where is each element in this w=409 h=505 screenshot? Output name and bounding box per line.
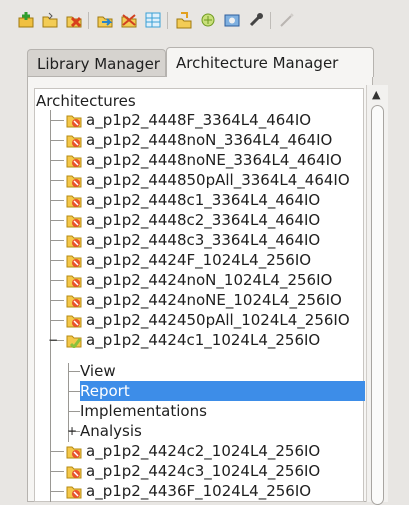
tree-item-architecture[interactable]: a_p1p2_4436F_1024L4_256IO: [0, 481, 330, 501]
new-icon[interactable]: [16, 10, 36, 30]
tree-guide-line: [50, 260, 64, 261]
tree-item-label: a_p1p2_4436F_1024L4_256IO: [86, 482, 312, 500]
architecture-icon: [66, 252, 82, 268]
architecture-icon: [66, 312, 82, 328]
expand-icon[interactable]: +: [67, 421, 77, 441]
tree-item-label: a_p1p2_4448c1_3364L4_464IO: [86, 191, 321, 209]
tree-item-architecture[interactable]: a_p1p2_4424noN_1024L4_256IO: [0, 270, 333, 290]
tree-item-label: a_p1p2_4448F_3364L4_464IO: [86, 111, 312, 129]
tree-item-architecture[interactable]: a_p1p2_4424noNE_1024L4_256IO: [0, 290, 342, 310]
tree-child-implementations[interactable]: Implementations: [80, 401, 207, 421]
table-icon[interactable]: [143, 10, 163, 30]
tree-item-label: a_p1p2_4424c3_1024L4_256IO: [86, 462, 321, 480]
tree-item-architecture[interactable]: a_p1p2_4448c1_3364L4_464IO: [0, 190, 330, 210]
tree-guide-line: [50, 120, 64, 121]
architecture-icon: [66, 112, 82, 128]
tree-guide-line: [50, 220, 64, 221]
tree-guide-line: [50, 160, 64, 161]
tree-child-view[interactable]: View: [80, 361, 116, 381]
tree-item-label: a_p1p2_4448c2_3364L4_464IO: [86, 211, 321, 229]
tree-guide-line: [50, 180, 64, 181]
collapse-icon[interactable]: −: [48, 330, 58, 350]
toolbar-separator: [167, 12, 168, 29]
tree-item-architecture[interactable]: a_p1p2_4448c2_3364L4_464IO: [0, 210, 330, 230]
architecture-icon: [66, 172, 82, 188]
architecture-icon: [66, 483, 82, 499]
tree-item-label: a_p1p2_4424noN_1024L4_256IO: [86, 271, 333, 289]
tree-guide-line: [50, 280, 64, 281]
tree-child-analysis[interactable]: Analysis: [80, 421, 142, 441]
architecture-icon: [66, 463, 82, 479]
scrollbar-thumb[interactable]: [371, 105, 384, 505]
tree-item-label: a_p1p2_4448c3_3364L4_464IO: [86, 231, 321, 249]
delete-icon[interactable]: [64, 10, 84, 30]
tab-library-manager[interactable]: Library Manager: [27, 49, 166, 77]
tree-guide-line: [50, 200, 64, 201]
tree-item-architecture[interactable]: a_p1p2_4424F_1024L4_256IO: [0, 250, 330, 270]
tree-header: Architectures: [36, 92, 136, 110]
tree-item-architecture[interactable]: a_p1p2_442450pAll_1024L4_256IO: [0, 310, 350, 330]
tree-item-architecture[interactable]: a_p1p2_4424c3_1024L4_256IO: [0, 461, 330, 481]
open-icon[interactable]: [40, 10, 60, 30]
architecture-icon: [66, 292, 82, 308]
tree-item-label: a_p1p2_442450pAll_1024L4_256IO: [86, 311, 350, 329]
architecture-icon: [66, 232, 82, 248]
scroll-up-icon[interactable]: ▲: [372, 88, 380, 101]
export-icon[interactable]: [119, 10, 139, 30]
tree-guide-line: [50, 451, 64, 452]
tree-item-architecture[interactable]: a_p1p2_4448F_3364L4_464IO: [0, 110, 330, 130]
toolbar-separator: [88, 12, 89, 29]
tree-item-architecture[interactable]: − a_p1p2_4424c1_1024L4_256IO: [0, 330, 330, 350]
settings-icon[interactable]: [222, 10, 242, 30]
architecture-icon: [66, 272, 82, 288]
tab-architecture-manager[interactable]: Architecture Manager: [166, 47, 374, 77]
tree-item-label: a_p1p2_4448noNE_3364L4_464IO: [86, 151, 342, 169]
tree-item-label: a_p1p2_4424F_1024L4_256IO: [86, 251, 312, 269]
plugin-icon[interactable]: [198, 10, 218, 30]
architecture-icon: [66, 443, 82, 459]
wand-icon[interactable]: [277, 10, 297, 30]
tree-item-label: a_p1p2_444850pAll_3364L4_464IO: [86, 171, 350, 189]
tree-guide-line: [50, 300, 64, 301]
tree-child-report[interactable]: Report: [80, 381, 130, 401]
tree-guide-line: [68, 391, 80, 392]
tree-guide-line: [50, 140, 64, 141]
import-icon[interactable]: [95, 10, 115, 30]
tree-guide-line: [50, 471, 64, 472]
architecture-icon: [66, 152, 82, 168]
tree-guide-line: [50, 240, 64, 241]
tree-item-architecture[interactable]: a_p1p2_4448noN_3364L4_464IO: [0, 130, 333, 150]
tree-item-architecture[interactable]: a_p1p2_4448c3_3364L4_464IO: [0, 230, 330, 250]
run-icon[interactable]: [174, 10, 194, 30]
architecture-icon: [66, 212, 82, 228]
tree-item-label: a_p1p2_4424noNE_1024L4_256IO: [86, 291, 342, 309]
tree-guide-line: [50, 320, 64, 321]
tree-item-label: a_p1p2_4424c1_1024L4_256IO: [86, 331, 321, 349]
toolbar-separator: [270, 12, 271, 29]
vertical-scrollbar[interactable]: ▲: [366, 85, 388, 505]
toolbar: [0, 0, 409, 40]
tree-item-label: a_p1p2_4448noN_3364L4_464IO: [86, 131, 333, 149]
architecture-icon: [66, 192, 82, 208]
open-folder-icon: [66, 332, 82, 350]
tree-item-architecture[interactable]: a_p1p2_444850pAll_3364L4_464IO: [0, 170, 350, 190]
tree-item-architecture[interactable]: a_p1p2_4448noNE_3364L4_464IO: [0, 150, 342, 170]
tree-item-label: a_p1p2_4424c2_1024L4_256IO: [86, 442, 321, 460]
tree-item-architecture[interactable]: a_p1p2_4424c2_1024L4_256IO: [0, 441, 330, 461]
tree-guide-line: [68, 371, 80, 372]
tree-guide-line: [50, 491, 64, 492]
architecture-icon: [66, 132, 82, 148]
tool-icon[interactable]: [246, 10, 266, 30]
tree-guide-line: [68, 411, 80, 412]
